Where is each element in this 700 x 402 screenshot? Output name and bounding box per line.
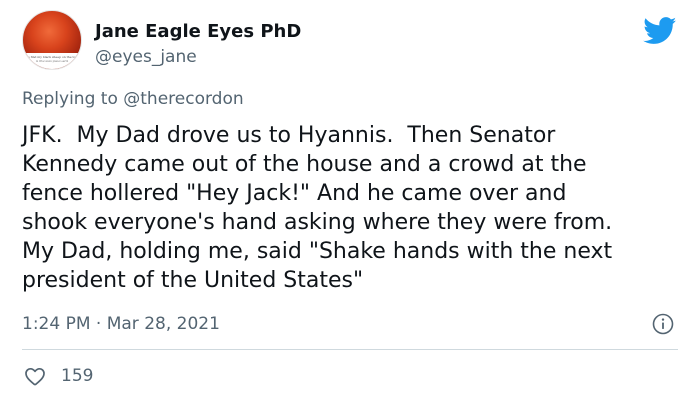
tweet-text-line: fence hollered "Hey Jack!" And he came o…: [22, 181, 567, 206]
timestamp-separator: ·: [90, 314, 107, 334]
avatar-caption-band: to find my black sheep on the top in Wis…: [23, 53, 81, 69]
tweet-date: Mar 28, 2021: [106, 314, 220, 334]
reply-mention-link[interactable]: @therecordon: [123, 89, 243, 109]
divider: [22, 349, 678, 350]
avatar[interactable]: to find my black sheep on the top in Wis…: [22, 10, 82, 70]
tweet-text-line: JFK. My Dad drove us to Hyannis. Then Se…: [22, 123, 556, 148]
replying-to-prefix: Replying to: [22, 89, 124, 109]
info-icon[interactable]: [651, 312, 675, 336]
like-count: 159: [61, 366, 94, 386]
user-handle[interactable]: @eyes_jane: [95, 46, 197, 68]
twitter-bird-icon: [643, 17, 677, 44]
tweet-text-line: Kennedy came out of the house and a crow…: [22, 152, 587, 177]
avatar-caption-line2: in Wisconsin planet earth: [35, 60, 69, 63]
tweet-card: to find my black sheep on the top in Wis…: [0, 0, 700, 402]
heart-icon[interactable]: [23, 364, 47, 388]
tweet-text-line: president of the United States": [22, 268, 364, 293]
replying-to: Replying to @therecordon: [22, 88, 244, 110]
avatar-caption-line1: to find my black sheep on the top: [26, 55, 78, 59]
tweet-time: 1:24 PM: [22, 314, 91, 334]
tweet-text: JFK. My Dad drove us to Hyannis. Then Se…: [22, 121, 692, 295]
tweet-text-line: shook everyone's hand asking where they …: [22, 210, 613, 235]
display-name[interactable]: Jane Eagle Eyes PhD: [95, 20, 301, 44]
tweet-timestamp[interactable]: 1:24 PM · Mar 28, 2021: [22, 313, 220, 335]
tweet-text-line: My Dad, holding me, said "Shake hands wi…: [22, 239, 613, 264]
